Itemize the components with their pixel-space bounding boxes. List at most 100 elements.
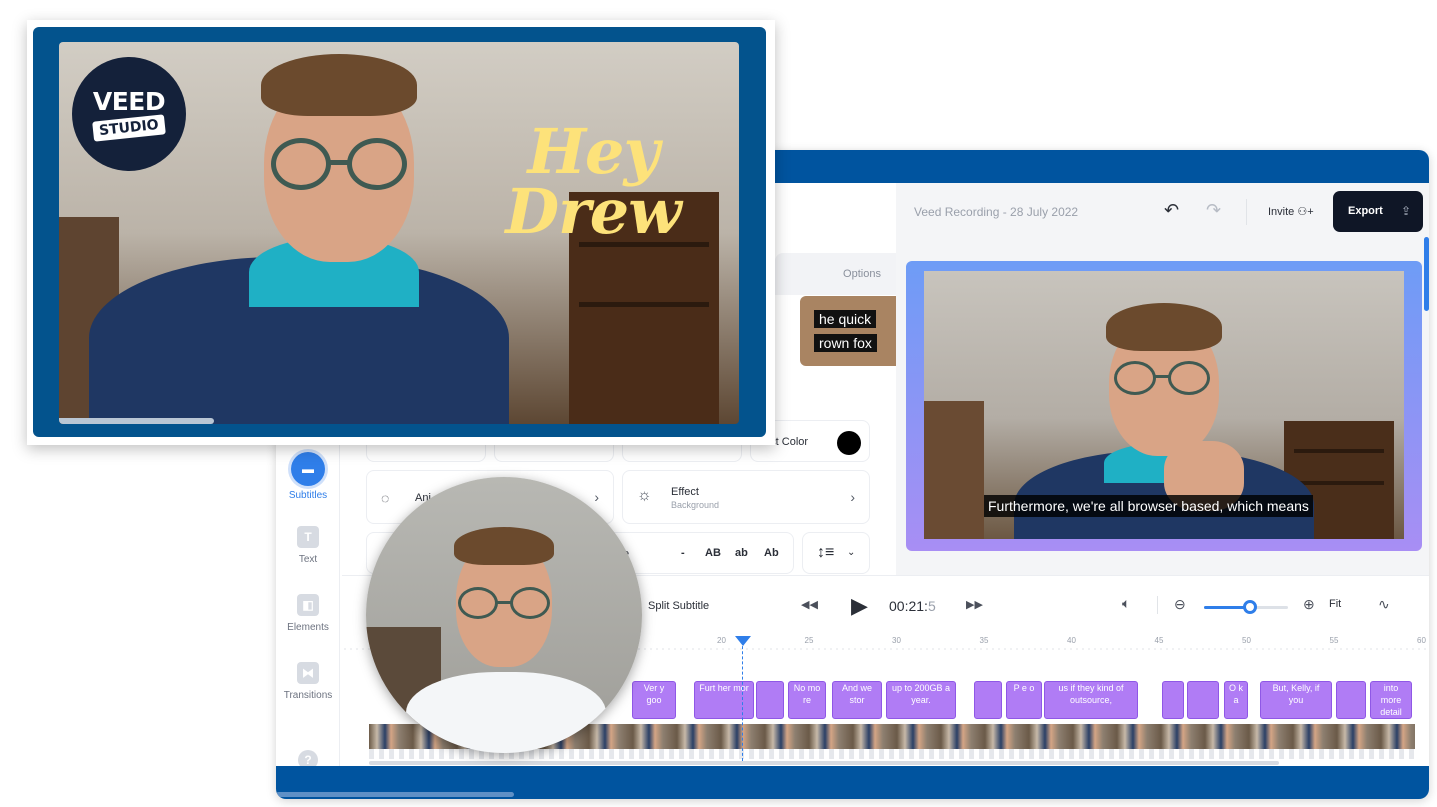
time-frame: 5 [927,598,936,614]
bicycle-shadow [924,401,984,539]
title-line-2: Drew [505,175,681,248]
subtitle-block[interactable] [1187,681,1219,719]
subtitle-block[interactable]: Ver y goo [632,681,676,719]
fit-button[interactable]: Fit [1329,598,1341,610]
glasses-bridge [1154,375,1170,378]
current-time: 00:21:5 [889,598,936,614]
glasses-lens [1114,361,1156,395]
veed-studio-logo: VEED STUDIO [72,57,186,171]
transitions-icon: ⧓ [297,662,319,684]
sidebar-item-label: Subtitles [288,490,328,501]
upload-icon: ⇪ [1400,204,1411,218]
waveform-icon[interactable]: ∿ [1378,596,1390,613]
ruler-tick-label: 40 [1067,636,1076,645]
case-option-title[interactable]: Ab [764,547,779,559]
video-preview-frame: Furthermore, we're all browser based, wh… [906,261,1422,551]
subtitle-caption: Furthermore, we're all browser based, wh… [984,495,1313,517]
text-icon: T [297,526,319,548]
subtitle-block[interactable] [1336,681,1366,719]
line-height-dropdown[interactable]: ↕≡ ⌄ [802,532,870,574]
ruler-tick-label: 45 [1154,636,1164,645]
hair [1106,303,1222,351]
glasses-lens [1168,361,1210,395]
webcam-bubble[interactable] [366,477,642,753]
sidebar-item-label: Elements [287,622,329,633]
invite-button[interactable]: Invite ⚇+ [1268,205,1314,218]
timeline-scrollbar[interactable] [369,761,1279,765]
zoom-slider-handle[interactable] [1243,600,1258,614]
preview-area: Veed Recording - 28 July 2022 ↶ ↷ Invite… [896,183,1429,575]
subtitle-block[interactable]: O k a [1224,681,1248,719]
logo-badge: STUDIO [92,114,166,142]
invite-label: Invite [1268,206,1295,218]
add-user-icon: ⚇+ [1297,206,1314,218]
vertical-scrollbar[interactable] [1424,237,1429,311]
ruler-tick-label: 50 [1242,636,1251,645]
zoom-out-icon[interactable]: ⊖ [1174,596,1186,613]
ruler-tick-label: 35 [979,636,989,645]
glasses-lens [347,138,407,190]
sidebar-item-elements[interactable]: ◧ Elements [276,594,340,633]
playhead-handle[interactable] [735,636,751,646]
case-option-upper[interactable]: AB [705,547,721,559]
glasses-bridge [329,160,349,165]
glasses-lens [458,587,498,619]
sidebar-item-label: Transitions [283,690,333,701]
sidebar-item-label: Text [298,554,318,565]
sidebar-item-subtitles[interactable]: ▬ Subtitles [276,452,340,501]
logo-word: VEED [92,87,166,116]
subtitle-block[interactable]: into more detail [1370,681,1412,719]
zoom-slider[interactable] [1204,600,1288,614]
subtitle-block[interactable]: No mo re [788,681,826,719]
case-option-lower[interactable]: ab [735,547,748,559]
undo-icon[interactable]: ↶ [1164,200,1179,221]
editor-bottom-bar [276,766,1429,799]
page-scrollbar[interactable] [276,792,514,797]
elements-icon: ◧ [297,594,319,616]
effect-card[interactable]: ☼ Effect Background › [622,470,870,524]
volume-icon[interactable]: 🔈︎ [1122,595,1130,612]
export-button[interactable]: Export ⇪ [1333,191,1423,232]
shelf-board [579,302,709,307]
effect-color-swatch[interactable] [837,431,861,455]
subtitle-block[interactable] [1162,681,1184,719]
play-icon[interactable]: ▶ [851,593,868,619]
hair [454,527,554,565]
preset-caption-line: he quick [814,310,877,328]
line-height-icon: ↕≡ [817,544,835,561]
promo-video-card: VEED STUDIO Hey Drew [27,20,775,445]
subtitles-icon: ▬ [291,452,325,486]
ruler-tick-label: 25 [804,636,814,645]
header-divider [1246,199,1247,225]
chevron-right-icon: › [594,489,599,505]
subtitle-block[interactable]: And we stor [832,681,882,719]
split-subtitle-button[interactable]: Split Subtitle [648,600,709,612]
shelf-board [1294,449,1384,453]
zoom-in-icon[interactable]: ⊕ [1303,596,1315,613]
glasses-lens [510,587,550,619]
subtitle-block[interactable] [756,681,784,719]
project-title[interactable]: Veed Recording - 28 July 2022 [914,205,1078,219]
glasses-lens [271,138,331,190]
subtitle-block[interactable]: But, Kelly, if you [1260,681,1332,719]
ruler-tick-label: 60 [1417,636,1426,645]
promo-video-frame: VEED STUDIO Hey Drew [33,27,766,437]
chevron-down-icon: ⌄ [847,547,856,558]
promo-video-progress [59,418,214,424]
t-shirt [406,672,606,753]
export-label: Export [1348,205,1383,217]
skip-back-icon[interactable]: ◀◀ [801,598,818,611]
playhead[interactable] [735,636,751,761]
subtitle-block[interactable]: P e o [1006,681,1042,719]
video-preview[interactable]: Furthermore, we're all browser based, wh… [924,271,1404,539]
subtitle-block[interactable]: Furt her mor [694,681,754,719]
subtitle-block[interactable] [974,681,1002,719]
skip-forward-icon[interactable]: ▶▶ [966,598,983,611]
redo-icon[interactable]: ↷ [1206,200,1221,221]
sidebar-item-text[interactable]: T Text [276,526,340,565]
subtitle-block[interactable]: us if they kind of outsource, [1044,681,1138,719]
sidebar-item-transitions[interactable]: ⧓ Transitions [276,662,340,701]
subtitle-block[interactable]: up to 200GB a year. [886,681,956,719]
effect-title: Effect [671,486,699,498]
case-dash: - [681,547,685,559]
